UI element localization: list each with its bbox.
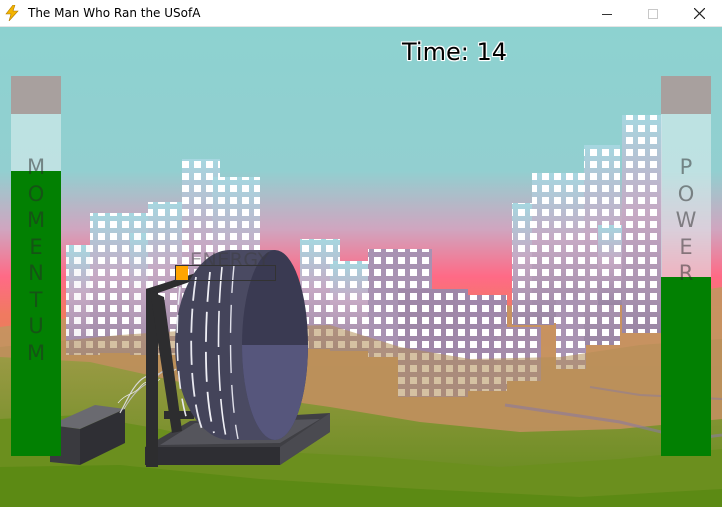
maximize-button [630, 0, 676, 27]
power-fill [661, 277, 711, 456]
close-icon [693, 8, 705, 19]
momentum-label-letter: M [26, 340, 46, 365]
minimize-button[interactable] [584, 0, 630, 27]
power-label-letter: W [675, 208, 697, 232]
minimize-icon [602, 13, 612, 15]
power-label-letter: P [679, 155, 693, 179]
momentum-meter: MOMENTUM [11, 76, 61, 456]
energy-bar [175, 265, 276, 281]
window-title: The Man Who Ran the USofA [28, 6, 201, 20]
momentum-label-letter: N [28, 261, 44, 285]
momentum-label: MOMENTUM [11, 154, 61, 366]
power-label-letter: O [677, 181, 695, 206]
power-label: POWER [661, 154, 711, 287]
timer: Time: 14 [402, 38, 507, 66]
power-label-letter: R [678, 261, 694, 285]
power-cap [661, 76, 711, 114]
maximize-icon [648, 8, 658, 19]
power-meter: POWER [661, 76, 711, 456]
title-bar: The Man Who Ran the USofA [0, 0, 722, 27]
game-window: The Man Who Ran the USofA Time: 14 M O M… [0, 0, 722, 507]
momentum-label-letter: U [28, 314, 44, 338]
power-label-letter: E [679, 234, 693, 259]
momentum-label-letter: M [26, 155, 46, 179]
close-button[interactable] [676, 0, 722, 27]
game-scene[interactable]: Time: 14 MOMENTUM POWER ENERGY [0, 27, 722, 507]
momentum-cap [11, 76, 61, 114]
scene-background [0, 27, 722, 507]
momentum-label-letter: T [29, 287, 43, 312]
energy-fill [176, 266, 188, 280]
momentum-label-letter: O [27, 181, 45, 206]
lightning-bolt-icon [5, 5, 19, 21]
momentum-label-letter: M [26, 208, 46, 232]
momentum-label-letter: E [29, 234, 43, 259]
